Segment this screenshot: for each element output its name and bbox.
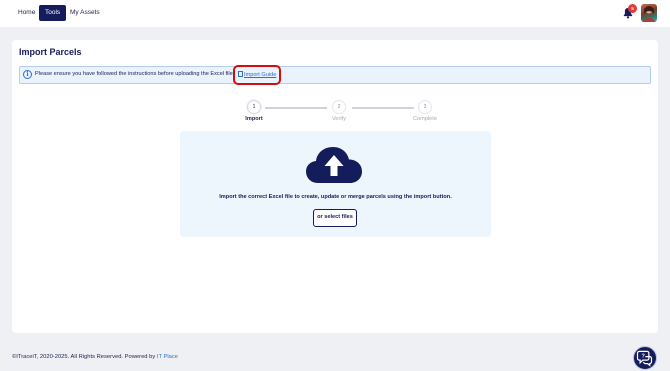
- avatar[interactable]: [641, 4, 657, 22]
- chat-help-icon: ?: [636, 350, 653, 367]
- help-chat-button[interactable]: ?: [633, 346, 657, 370]
- cloud-upload-icon: [306, 147, 362, 183]
- footer-powered-link[interactable]: IT Place: [157, 354, 178, 360]
- step-1-label: Import: [245, 116, 263, 122]
- document-icon: [238, 71, 243, 77]
- footer-copyright: ©ITraceiT, 2020-2025. All Rights Reserve…: [12, 354, 157, 360]
- info-banner: i Please ensure you have followed the in…: [19, 65, 651, 85]
- nav-tools[interactable]: Tools: [39, 5, 67, 21]
- step-2-circle: 2: [332, 100, 346, 114]
- upload-instruction: Import the correct Excel file to create,…: [219, 194, 452, 200]
- import-guide-link[interactable]: Import Guide: [238, 71, 276, 78]
- stepper-line: [265, 107, 327, 109]
- step-1-circle: 1: [247, 100, 261, 114]
- step-3-circle: 3: [418, 100, 432, 114]
- info-text: Please ensure you have followed the inst…: [35, 71, 233, 77]
- upload-dropzone[interactable]: Import the correct Excel file to create,…: [180, 131, 491, 237]
- import-guide-label: Import Guide: [244, 72, 277, 78]
- step-3-label: Complete: [413, 116, 437, 122]
- step-2-label: Verify: [332, 116, 346, 122]
- footer: ©ITraceiT, 2020-2025. All Rights Reserve…: [12, 354, 178, 360]
- nav-home[interactable]: Home: [12, 5, 41, 21]
- guide-highlight: Import Guide: [233, 65, 281, 85]
- import-card: Import Parcels i Please ensure you have …: [12, 40, 658, 333]
- info-icon: i: [23, 70, 32, 79]
- top-navbar: Home Tools My Assets 5: [0, 0, 670, 27]
- select-files-button[interactable]: or select files: [313, 209, 357, 227]
- page-title: Import Parcels: [19, 47, 82, 57]
- stepper-line: [352, 107, 414, 109]
- svg-text:?: ?: [642, 354, 645, 360]
- nav-my-assets[interactable]: My Assets: [64, 5, 106, 21]
- notification-badge: 5: [628, 4, 637, 13]
